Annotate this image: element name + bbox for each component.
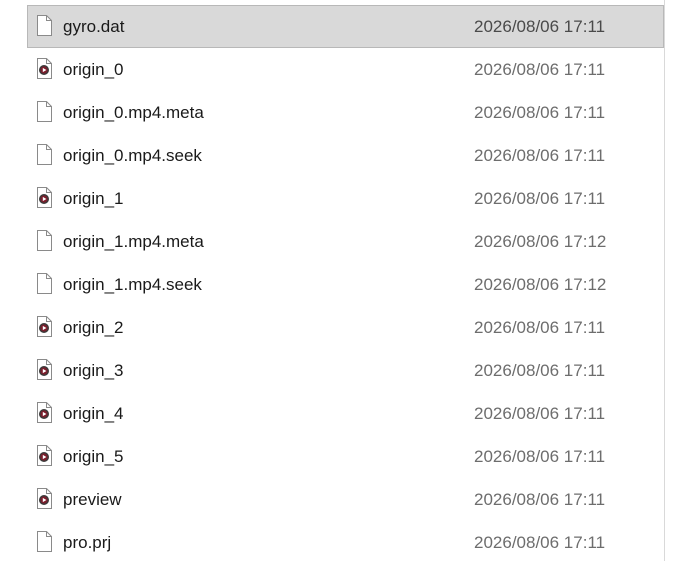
- document-icon: [36, 230, 52, 251]
- file-row[interactable]: origin_4 2026/08/06 17:11: [27, 392, 664, 435]
- file-name: origin_0: [63, 60, 124, 79]
- file-list: gyro.dat 2026/08/06 17:11 origin_0 2026/…: [27, 5, 664, 561]
- document-icon: [36, 144, 52, 165]
- file-name: origin_0.mp4.seek: [63, 146, 202, 165]
- file-date-modified: 2026/08/06 17:11: [474, 361, 606, 380]
- file-date-modified: 2026/08/06 17:11: [474, 490, 606, 509]
- file-name: origin_3: [63, 361, 124, 380]
- file-row[interactable]: origin_5 2026/08/06 17:11: [27, 435, 664, 478]
- video-file-icon: [36, 58, 52, 79]
- file-row[interactable]: origin_3 2026/08/06 17:11: [27, 349, 664, 392]
- file-row[interactable]: origin_0.mp4.seek 2026/08/06 17:11: [27, 134, 664, 177]
- file-date-modified: 2026/08/06 17:11: [474, 447, 606, 466]
- navigation-pane-edge: [0, 0, 27, 561]
- file-name: origin_1: [63, 189, 124, 208]
- file-explorer-window: gyro.dat 2026/08/06 17:11 origin_0 2026/…: [0, 0, 700, 561]
- file-date-modified: 2026/08/06 17:12: [474, 232, 607, 251]
- file-name: preview: [63, 490, 122, 509]
- file-name: pro.prj: [63, 533, 112, 552]
- file-date-modified: 2026/08/06 17:11: [474, 404, 606, 423]
- file-date-modified: 2026/08/06 17:11: [474, 17, 606, 36]
- scrollbar-track-edge[interactable]: [664, 0, 665, 561]
- file-name: origin_0.mp4.meta: [63, 103, 204, 122]
- file-row[interactable]: origin_1 2026/08/06 17:11: [27, 177, 664, 220]
- video-file-icon: [36, 402, 52, 423]
- video-file-icon: [36, 187, 52, 208]
- file-name: origin_1.mp4.seek: [63, 275, 202, 294]
- document-icon: [36, 15, 52, 36]
- file-name: gyro.dat: [63, 17, 125, 36]
- file-row[interactable]: preview 2026/08/06 17:11: [27, 478, 664, 521]
- document-icon: [36, 531, 52, 552]
- file-row[interactable]: origin_2 2026/08/06 17:11: [27, 306, 664, 349]
- file-name: origin_1.mp4.meta: [63, 232, 204, 251]
- video-file-icon: [36, 488, 52, 509]
- file-row[interactable]: origin_1.mp4.meta 2026/08/06 17:12: [27, 220, 664, 263]
- file-name: origin_4: [63, 404, 124, 423]
- file-row[interactable]: origin_0 2026/08/06 17:11: [27, 48, 664, 91]
- file-row[interactable]: gyro.dat 2026/08/06 17:11: [27, 5, 664, 48]
- file-row[interactable]: pro.prj 2026/08/06 17:11: [27, 521, 664, 561]
- file-row[interactable]: origin_1.mp4.seek 2026/08/06 17:12: [27, 263, 664, 306]
- file-date-modified: 2026/08/06 17:11: [474, 103, 606, 122]
- file-date-modified: 2026/08/06 17:11: [474, 318, 606, 337]
- video-file-icon: [36, 316, 52, 337]
- file-date-modified: 2026/08/06 17:11: [474, 533, 606, 552]
- document-icon: [36, 101, 52, 122]
- file-date-modified: 2026/08/06 17:11: [474, 146, 606, 165]
- document-icon: [36, 273, 52, 294]
- file-date-modified: 2026/08/06 17:11: [474, 60, 606, 79]
- video-file-icon: [36, 359, 52, 380]
- video-file-icon: [36, 445, 52, 466]
- file-row[interactable]: origin_0.mp4.meta 2026/08/06 17:11: [27, 91, 664, 134]
- file-name: origin_5: [63, 447, 124, 466]
- file-date-modified: 2026/08/06 17:12: [474, 275, 607, 294]
- file-name: origin_2: [63, 318, 124, 337]
- file-date-modified: 2026/08/06 17:11: [474, 189, 606, 208]
